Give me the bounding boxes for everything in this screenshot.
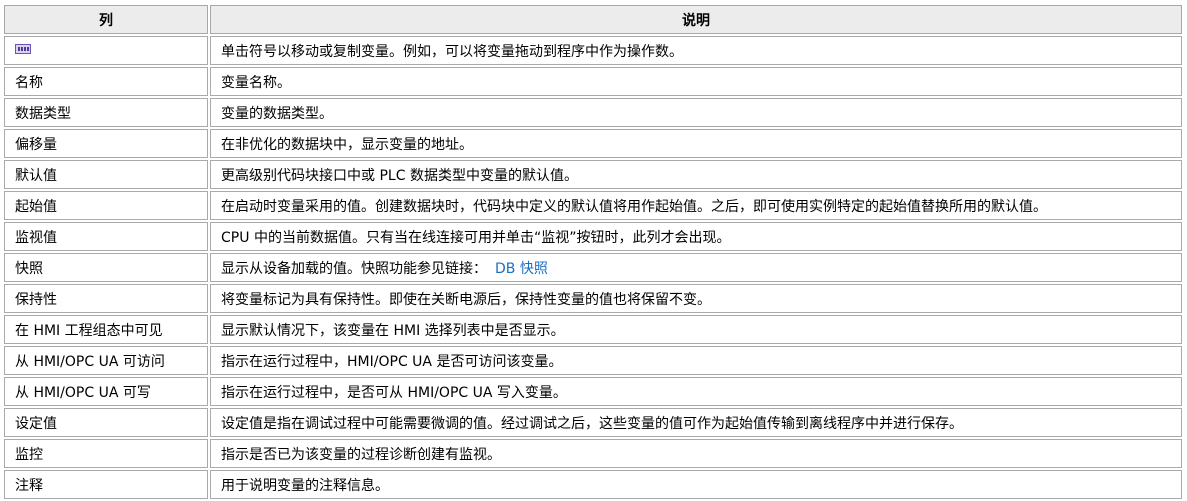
header-description: 说明	[210, 5, 1182, 34]
cell-column-name: 名称	[4, 67, 209, 96]
cell-description: 在启动时变量采用的值。创建数据块时，代码块中定义的默认值将用作起始值。之后，即可…	[210, 191, 1182, 220]
table-row: 监视值 CPU 中的当前数据值。只有当在线连接可用并单击“监视”按钮时，此列才会…	[4, 222, 1182, 251]
table-row: 从 HMI/OPC UA 可访问 指示在运行过程中，HMI/OPC UA 是否可…	[4, 346, 1182, 375]
cell-description: 显示从设备加载的值。快照功能参见链接： DB 快照	[210, 253, 1182, 282]
cell-column-name: 注释	[4, 470, 209, 499]
table-header-row: 列 说明	[4, 5, 1182, 34]
db-snapshot-link[interactable]: DB 快照	[495, 261, 548, 277]
cell-column-name: 偏移量	[4, 129, 209, 158]
cell-description: 将变量标记为具有保持性。即使在关断电源后，保持性变量的值也将保留不变。	[210, 284, 1182, 313]
cell-column-name: 监视值	[4, 222, 209, 251]
table-row: 数据类型 变量的数据类型。	[4, 98, 1182, 127]
cell-description: 指示在运行过程中，是否可从 HMI/OPC UA 写入变量。	[210, 377, 1182, 406]
cell-column-name: 从 HMI/OPC UA 可写	[4, 377, 209, 406]
table-row: 快照 显示从设备加载的值。快照功能参见链接： DB 快照	[4, 253, 1182, 282]
cell-description: 更高级别代码块接口中或 PLC 数据类型中变量的默认值。	[210, 160, 1182, 189]
table-row: 单击符号以移动或复制变量。例如，可以将变量拖动到程序中作为操作数。	[4, 36, 1182, 65]
snapshot-desc-text: 显示从设备加载的值。快照功能参见链接：	[221, 260, 488, 277]
table-row: 注释 用于说明变量的注释信息。	[4, 470, 1182, 499]
cell-column-name: 保持性	[4, 284, 209, 313]
drag-variable-icon[interactable]	[15, 43, 31, 59]
cell-description: 变量的数据类型。	[210, 98, 1182, 127]
table-row: 在 HMI 工程组态中可见 显示默认情况下，该变量在 HMI 选择列表中是否显示…	[4, 315, 1182, 344]
cell-description: 设定值是指在调试过程中可能需要微调的值。经过调试之后，这些变量的值可作为起始值传…	[210, 408, 1182, 437]
cell-description: 单击符号以移动或复制变量。例如，可以将变量拖动到程序中作为操作数。	[210, 36, 1182, 65]
table-row: 从 HMI/OPC UA 可写 指示在运行过程中，是否可从 HMI/OPC UA…	[4, 377, 1182, 406]
cell-description: 显示默认情况下，该变量在 HMI 选择列表中是否显示。	[210, 315, 1182, 344]
cell-description: 指示是否已为该变量的过程诊断创建有监视。	[210, 439, 1182, 468]
table-row: 偏移量 在非优化的数据块中，显示变量的地址。	[4, 129, 1182, 158]
cell-description: 在非优化的数据块中，显示变量的地址。	[210, 129, 1182, 158]
cell-column-name: 默认值	[4, 160, 209, 189]
header-column: 列	[4, 5, 209, 34]
cell-column-name: 在 HMI 工程组态中可见	[4, 315, 209, 344]
table-row: 起始值 在启动时变量采用的值。创建数据块时，代码块中定义的默认值将用作起始值。之…	[4, 191, 1182, 220]
cell-description: CPU 中的当前数据值。只有当在线连接可用并单击“监视”按钮时，此列才会出现。	[210, 222, 1182, 251]
cell-description: 用于说明变量的注释信息。	[210, 470, 1182, 499]
cell-column-name: 监控	[4, 439, 209, 468]
table-row: 监控 指示是否已为该变量的过程诊断创建有监视。	[4, 439, 1182, 468]
table-row: 默认值 更高级别代码块接口中或 PLC 数据类型中变量的默认值。	[4, 160, 1182, 189]
cell-column-name: 快照	[4, 253, 209, 282]
cell-column-name: 数据类型	[4, 98, 209, 127]
cell-column-name: 设定值	[4, 408, 209, 437]
variable-columns-table: 列 说明 单击符号以移动或复制变量。例如，可以将变量拖动到程序中作为操作数。 名…	[2, 3, 1184, 501]
table-row: 保持性 将变量标记为具有保持性。即使在关断电源后，保持性变量的值也将保留不变。	[4, 284, 1182, 313]
table-row: 名称 变量名称。	[4, 67, 1182, 96]
cell-column-name: 起始值	[4, 191, 209, 220]
cell-description: 变量名称。	[210, 67, 1182, 96]
cell-column-name	[4, 36, 209, 65]
cell-description: 指示在运行过程中，HMI/OPC UA 是否可访问该变量。	[210, 346, 1182, 375]
cell-column-name: 从 HMI/OPC UA 可访问	[4, 346, 209, 375]
table-row: 设定值 设定值是指在调试过程中可能需要微调的值。经过调试之后，这些变量的值可作为…	[4, 408, 1182, 437]
